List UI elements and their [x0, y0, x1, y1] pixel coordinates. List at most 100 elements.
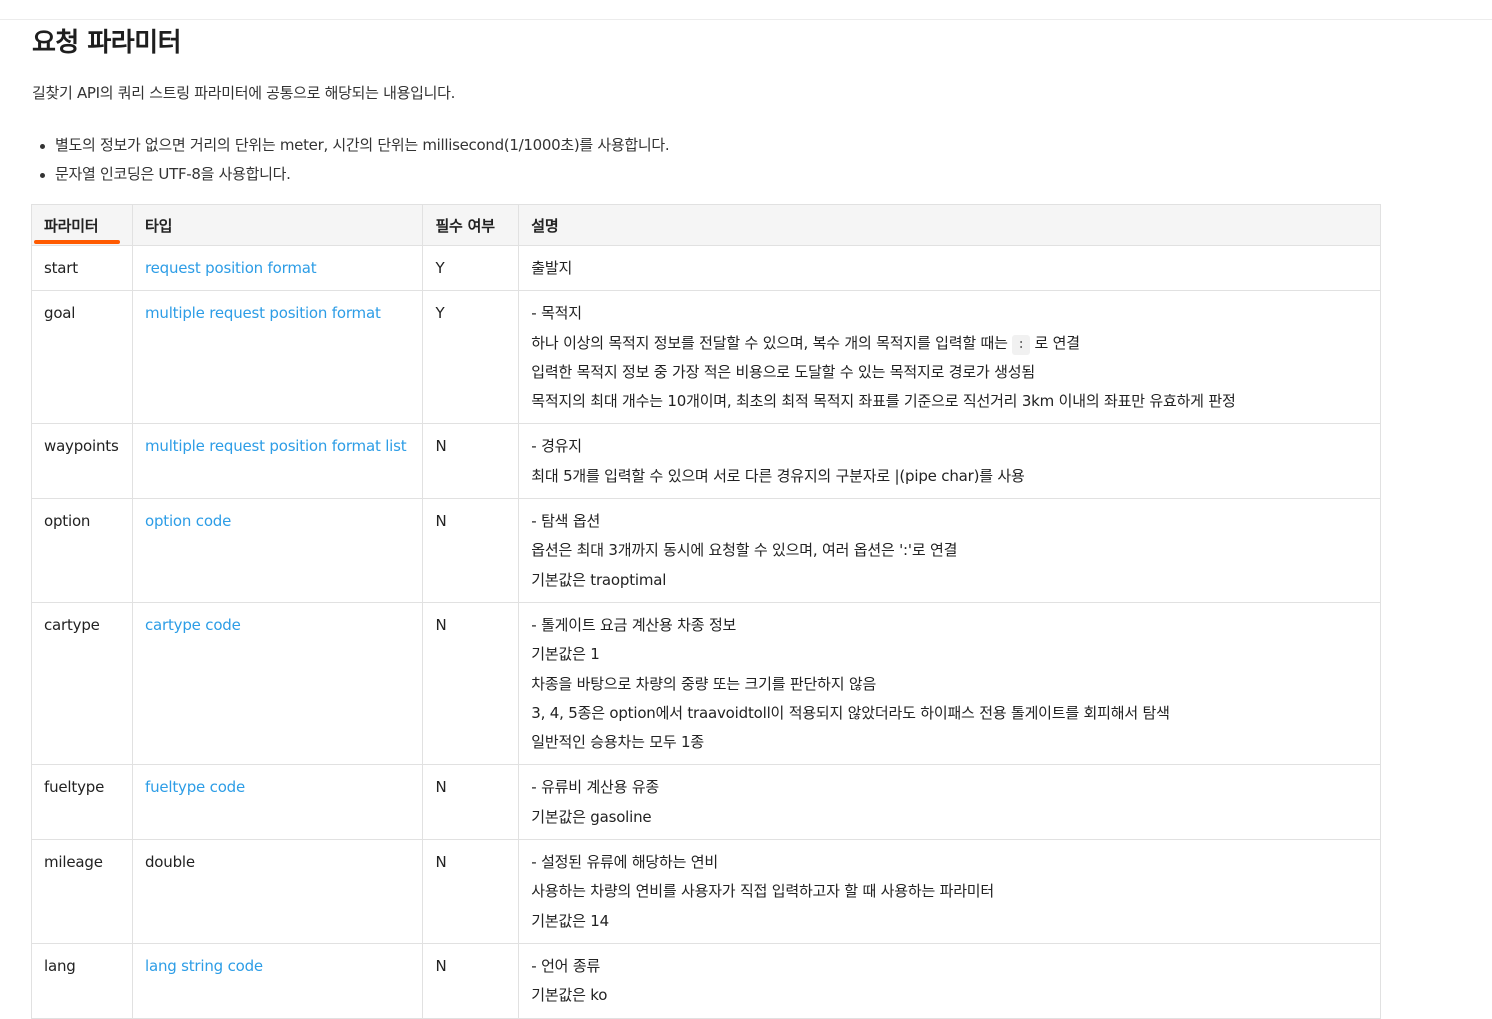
page-title: 요청 파라미터 [32, 28, 182, 58]
param-type-cell: double [131, 839, 424, 944]
param-name: mileage [31, 839, 133, 944]
param-name: cartype [31, 601, 133, 766]
description-line: 최대 5개를 입력할 수 있으며 서로 다른 경유지의 구분자로 |(pipe … [531, 462, 1368, 491]
description-line: 하나 이상의 목적지 정보를 전달할 수 있으며, 복수 개의 목적지를 입력할… [531, 329, 1368, 358]
description-text: - 경유지 [531, 437, 582, 456]
description-line: 기본값은 ko [531, 981, 1368, 1010]
table-row: fueltype fueltype code N - 유류비 계산용 유종 기본값은 g… [31, 764, 1381, 841]
description-line: - 탐색 옵션 [531, 507, 1368, 536]
param-required: Y [422, 244, 520, 292]
description-text: 로 연결 [1029, 333, 1081, 352]
param-type-link[interactable]: fueltype code [145, 778, 245, 796]
note-item: 별도의 정보가 없으면 거리의 단위는 meter, 시간의 단위는 milli… [39, 131, 670, 160]
description-line: - 설정된 유류에 해당하는 연비 [531, 848, 1368, 877]
description-line: - 경유지 [531, 432, 1368, 461]
description-text: 옵션은 최대 3개까지 동시에 요청할 수 있으며, 여러 옵션은 ':'로 연… [531, 541, 958, 560]
top-divider [0, 19, 1492, 20]
param-description: 출발지 [518, 244, 1381, 292]
note-item: 문자열 인코딩은 UTF-8을 사용합니다. [39, 160, 669, 189]
description-line: 기본값은 traoptimal [531, 566, 1368, 595]
active-sort-underline [34, 240, 120, 244]
description-text: - 언어 종류 [531, 956, 601, 975]
intro-text: 길찾기 API의 쿼리 스트링 파라미터에 공통으로 해당되는 내용입니다. [32, 84, 456, 102]
table-row: goal multiple request position format Y - 목… [31, 290, 1381, 425]
param-required: N [422, 764, 520, 841]
description-line: 목적지의 최대 개수는 10개이며, 최초의 최적 목적지 좌표를 기준으로 직… [531, 387, 1368, 416]
description-text: 기본값은 ko [531, 986, 608, 1005]
inline-code: : [1012, 334, 1030, 355]
description-line: 3, 4, 5종은 option에서 traavoidtoll이 적용되지 않았… [531, 699, 1368, 728]
table-row: mileage double N - 설정된 유류에 해당하는 연비 사용하는 차량의 … [31, 839, 1381, 944]
param-required: N [422, 498, 520, 603]
description-line: - 목적지 [531, 299, 1368, 328]
description-line: 옵션은 최대 3개까지 동시에 요청할 수 있으며, 여러 옵션은 ':'로 연… [531, 536, 1368, 565]
header-required: 필수 여부 [422, 204, 520, 246]
param-description: - 유류비 계산용 유종기본값은 gasoline [518, 764, 1381, 841]
description-text: - 목적지 [531, 304, 582, 323]
param-description: - 설정된 유류에 해당하는 연비사용하는 차량의 연비를 사용자가 직접 입력… [518, 839, 1381, 944]
param-name: goal [31, 290, 133, 425]
description-text: 3, 4, 5종은 option에서 traavoidtoll이 적용되지 않았… [531, 703, 1170, 722]
param-required: Y [422, 290, 520, 425]
param-description: - 언어 종류기본값은 ko [518, 942, 1381, 1019]
table-row: waypoints multiple request position forma… [31, 423, 1381, 500]
request-params-table: 파라미터 타입 필수 여부 설명 start request position f… [31, 204, 1381, 1019]
description-line: - 톨게이트 요금 계산용 차종 정보 [531, 611, 1368, 640]
param-required: N [422, 423, 520, 500]
param-type-link[interactable]: lang string code [145, 957, 263, 975]
table-header-row: 파라미터 타입 필수 여부 설명 [31, 204, 1381, 246]
description-line: 기본값은 1 [531, 640, 1368, 669]
param-name: lang [31, 942, 133, 1019]
description-text: 사용하는 차량의 연비를 사용자가 직접 입력하고자 할 때 사용하는 파라미터 [531, 882, 995, 901]
param-name: fueltype [31, 764, 133, 841]
param-required: N [422, 942, 520, 1019]
param-type-link[interactable]: multiple request position format [145, 304, 381, 322]
table-row: option option code N - 탐색 옵션 옵션은 최대 3개까지 동시에… [31, 498, 1381, 603]
description-text: - 탐색 옵션 [531, 512, 601, 531]
param-type-link[interactable]: multiple request position format list [145, 437, 407, 455]
param-type: double [144, 853, 195, 872]
notes-list: 별도의 정보가 없으면 거리의 단위는 meter, 시간의 단위는 milli… [39, 131, 670, 189]
param-description: - 목적지하나 이상의 목적지 정보를 전달할 수 있으며, 복수 개의 목적지… [518, 290, 1381, 425]
description-text: 기본값은 14 [531, 911, 609, 930]
param-name: start [31, 244, 133, 292]
header-description: 설명 [518, 204, 1381, 246]
table-row: cartype cartype code N - 톨게이트 요금 계산용 차종 정보기… [31, 601, 1381, 766]
description-text: 기본값은 gasoline [531, 807, 652, 826]
param-type-link[interactable]: option code [145, 512, 231, 530]
param-type-cell: fueltype code [131, 764, 424, 841]
description-text: 일반적인 승용차는 모두 1종 [531, 733, 704, 752]
param-type-cell: option code [131, 498, 424, 603]
description-text: 최대 5개를 입력할 수 있으며 서로 다른 경유지의 구분자로 |(pipe … [531, 466, 1025, 485]
param-type-link[interactable]: request position format [145, 259, 317, 277]
param-type-cell: cartype code [131, 601, 424, 766]
header-parameter[interactable]: 파라미터 [31, 204, 133, 246]
description-line: 입력한 목적지 정보 중 가장 적은 비용으로 도달할 수 있는 목적지로 경로… [531, 358, 1368, 387]
description-text: 기본값은 1 [531, 645, 600, 664]
param-type-cell: multiple request position format list [131, 423, 424, 500]
param-required: N [422, 601, 520, 766]
description-text: 목적지의 최대 개수는 10개이며, 최초의 최적 목적지 좌표를 기준으로 직… [531, 392, 1236, 411]
param-type-cell: request position format [131, 244, 424, 292]
header-parameter-label: 파라미터 [44, 216, 99, 235]
description-line: 일반적인 승용차는 모두 1종 [531, 728, 1368, 757]
description-line: 출발지 [531, 254, 1368, 283]
param-required: N [422, 839, 520, 944]
param-type-cell: multiple request position format [131, 290, 424, 425]
description-text: 출발지 [531, 259, 573, 277]
header-type: 타입 [131, 204, 424, 246]
description-text: 기본값은 traoptimal [531, 570, 667, 589]
description-text: - 설정된 유류에 해당하는 연비 [531, 853, 718, 872]
description-line: 사용하는 차량의 연비를 사용자가 직접 입력하고자 할 때 사용하는 파라미터 [531, 877, 1368, 906]
param-type-cell: lang string code [131, 942, 424, 1019]
param-description: - 탐색 옵션옵션은 최대 3개까지 동시에 요청할 수 있으며, 여러 옵션은… [518, 498, 1381, 603]
description-text: 차종을 바탕으로 차량의 중량 또는 크기를 판단하지 않음 [531, 674, 877, 693]
description-line: 차종을 바탕으로 차량의 중량 또는 크기를 판단하지 않음 [531, 670, 1368, 699]
param-name: option [31, 498, 133, 603]
param-description: - 경유지최대 5개를 입력할 수 있으며 서로 다른 경유지의 구분자로 |(… [518, 423, 1381, 500]
param-type-link[interactable]: cartype code [145, 616, 241, 634]
description-line: - 유류비 계산용 유종 [531, 773, 1368, 802]
description-line: - 언어 종류 [531, 952, 1368, 981]
table-row: lang lang string code N - 언어 종류 기본값은 ko [31, 942, 1381, 1019]
description-text: - 톨게이트 요금 계산용 차종 정보 [531, 615, 737, 634]
